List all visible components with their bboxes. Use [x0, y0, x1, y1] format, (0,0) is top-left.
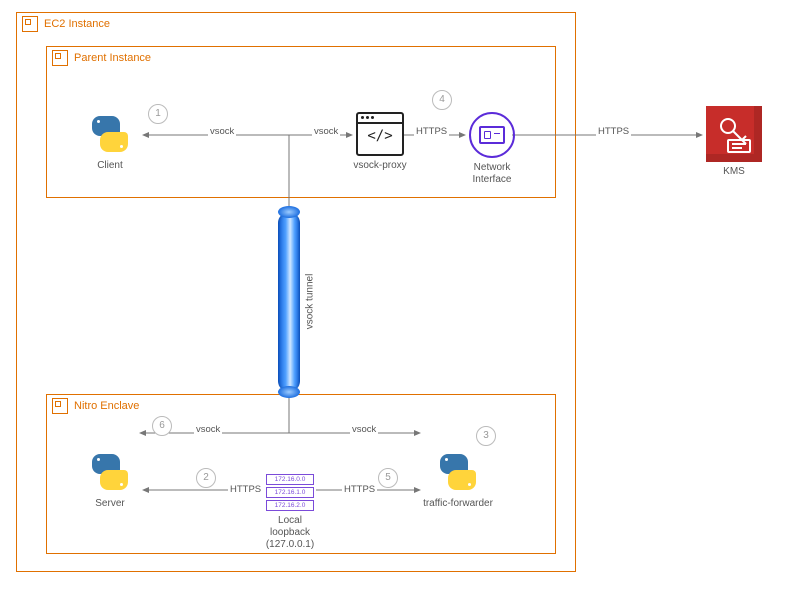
edge-https-right-bot: HTTPS [342, 484, 377, 495]
edge-https-net-kms: HTTPS [596, 126, 631, 137]
python-icon [436, 450, 480, 494]
loopback-row-0: 172.16.0.0 [266, 474, 314, 485]
loopback-row-1: 172.16.1.0 [266, 487, 314, 498]
edge-vsock-right-bot: vsock [350, 424, 378, 435]
node-kms: KMS [704, 106, 764, 178]
node-server: Server [80, 450, 140, 510]
step-1: 1 [148, 104, 168, 124]
edge-vsock-left-bot: vsock [194, 424, 222, 435]
step-4: 4 [432, 90, 452, 110]
client-label: Client [80, 160, 140, 172]
node-vsock-proxy: </> vsock-proxy [350, 112, 410, 172]
vsock-proxy-label: vsock-proxy [350, 160, 410, 172]
node-traffic-forwarder: traffic-forwarder [418, 450, 498, 510]
vsock-tunnel [278, 212, 300, 392]
node-network-interface: Network Interface [462, 112, 522, 186]
python-icon [88, 450, 132, 494]
traffic-forwarder-label: traffic-forwarder [418, 498, 498, 510]
kms-icon [706, 106, 762, 162]
step-3: 3 [476, 426, 496, 446]
kms-label: KMS [704, 166, 764, 178]
loopback-row-2: 172.16.2.0 [266, 500, 314, 511]
python-icon [88, 112, 132, 156]
step-6: 6 [152, 416, 172, 436]
network-interface-label: Network Interface [462, 162, 522, 186]
loopback-icon: 172.16.0.0 172.16.1.0 172.16.2.0 [266, 474, 314, 511]
step-5: 5 [378, 468, 398, 488]
server-label: Server [80, 498, 140, 510]
edge-vsock-right-top: vsock [312, 126, 340, 137]
loopback-label: Local loopback (127.0.0.1) [258, 515, 322, 551]
node-client: Client [80, 112, 140, 172]
node-loopback: 172.16.0.0 172.16.1.0 172.16.2.0 Local l… [258, 474, 322, 551]
step-2: 2 [196, 468, 216, 488]
network-interface-icon [469, 112, 515, 158]
edge-https-proxy-net: HTTPS [414, 126, 449, 137]
vsock-tunnel-label: vsock tunnel [304, 274, 315, 330]
app-window-icon: </> [356, 112, 404, 156]
edge-vsock-left-top: vsock [208, 126, 236, 137]
